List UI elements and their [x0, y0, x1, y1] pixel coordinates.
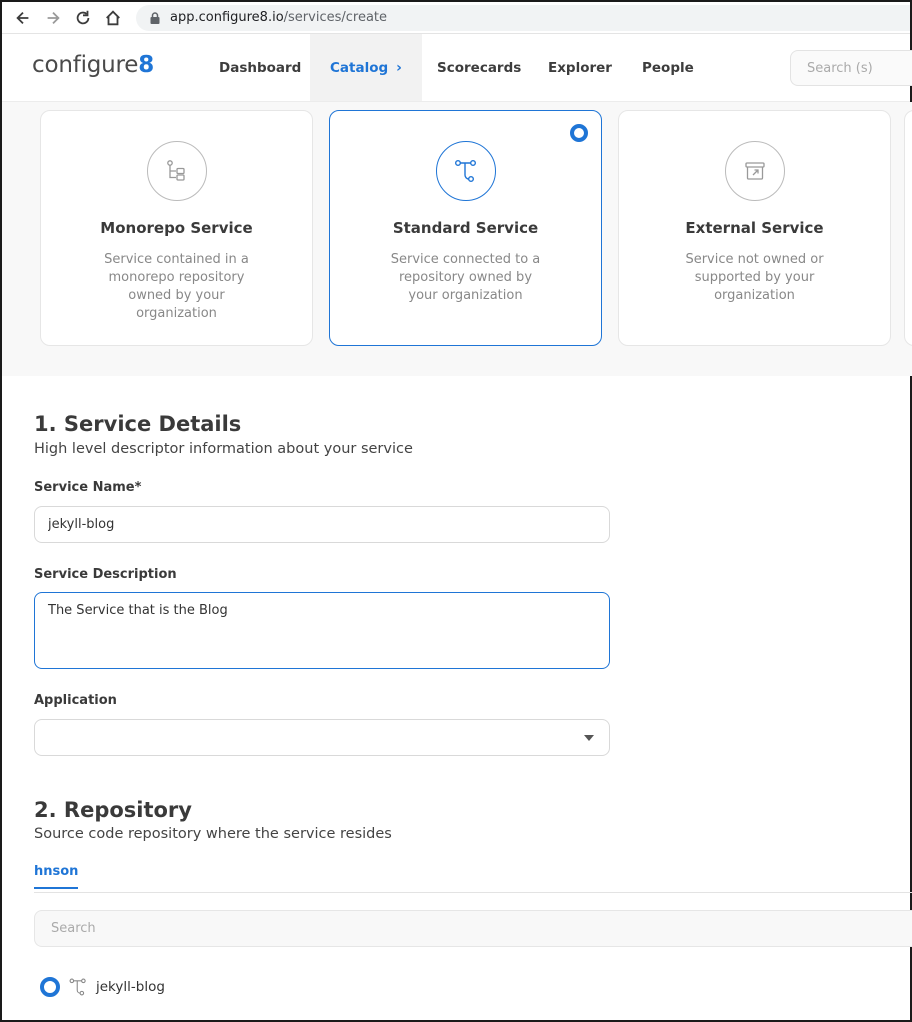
home-button[interactable]: [98, 4, 128, 32]
logo-text: configure: [32, 52, 139, 78]
selected-radio[interactable]: [570, 124, 588, 142]
app-header: configure8 Dashboard Catalog › Scorecard…: [2, 34, 912, 102]
card-description: Service connected to a repository owned …: [390, 252, 541, 303]
browser-toolbar: app.configure8.io/services/create: [2, 2, 910, 34]
application-select[interactable]: [34, 719, 610, 756]
external-icon-circle: [724, 141, 785, 201]
application-label: Application: [34, 693, 117, 708]
card-title: External Service: [685, 219, 824, 237]
next-card-edge: [904, 110, 912, 346]
reload-icon: [76, 10, 90, 24]
nav-catalog[interactable]: Catalog ›: [310, 34, 422, 101]
lock-icon: [150, 11, 160, 24]
repo-radio[interactable]: [40, 977, 60, 997]
service-description-label: Service Description: [34, 567, 177, 582]
card-title: Monorepo Service: [100, 219, 253, 237]
forward-button[interactable]: [38, 4, 68, 32]
home-icon: [106, 9, 120, 25]
nav-scorecards[interactable]: Scorecards: [437, 34, 521, 101]
service-name-input[interactable]: [34, 506, 610, 543]
card-description: Service contained in a monorepo reposito…: [104, 252, 249, 321]
chevron-right-icon: ›: [396, 59, 402, 76]
list-item[interactable]: jekyll-blog: [40, 974, 165, 1000]
service-details-title: 1. Service Details: [34, 412, 242, 436]
branch-icon: [69, 978, 86, 996]
standard-service-card[interactable]: Standard Service Service connected to a …: [329, 110, 602, 346]
monorepo-icon-circle: [146, 141, 207, 201]
address-bar[interactable]: app.configure8.io/services/create: [136, 4, 910, 31]
back-button[interactable]: [8, 4, 38, 32]
repository-subtitle: Source code repository where the service…: [34, 826, 392, 842]
arrow-left-icon: [16, 11, 29, 24]
service-name-label: Service Name*: [34, 480, 142, 495]
nav-dashboard[interactable]: Dashboard: [219, 34, 301, 101]
tab-hnson[interactable]: hnson: [34, 864, 79, 889]
url-path: /services/create: [283, 10, 388, 25]
nav-catalog-label: Catalog: [330, 59, 389, 76]
repo-name: jekyll-blog: [96, 979, 165, 995]
monorepo-icon: [166, 160, 185, 181]
nav-people[interactable]: People: [642, 34, 694, 101]
arrow-right-icon: [47, 11, 60, 24]
logo-mark: 8: [138, 52, 155, 78]
card-description: Service not owned or supported by your o…: [685, 252, 824, 303]
caret-down-icon: [584, 735, 594, 741]
branch-icon: [454, 160, 476, 183]
repository-search-input[interactable]: Search: [34, 910, 912, 947]
url-host: app.configure8.io: [170, 10, 284, 25]
external-box-icon: [744, 162, 765, 180]
global-search-input[interactable]: Search (s): [790, 50, 912, 86]
reload-button[interactable]: [68, 4, 98, 32]
nav-explorer[interactable]: Explorer: [548, 34, 612, 101]
logo[interactable]: configure8: [32, 52, 154, 78]
branch-icon-circle: [435, 141, 496, 201]
repository-title: 2. Repository: [34, 798, 192, 822]
service-description-textarea[interactable]: The Service that is the Blog: [34, 592, 610, 669]
card-title: Standard Service: [392, 219, 539, 237]
service-type-selector: Monorepo Service Service contained in a …: [2, 102, 912, 376]
monorepo-service-card[interactable]: Monorepo Service Service contained in a …: [40, 110, 313, 346]
external-service-card[interactable]: External Service Service not owned or su…: [618, 110, 891, 346]
service-details-subtitle: High level descriptor information about …: [34, 441, 413, 457]
tab-divider: [34, 892, 912, 893]
